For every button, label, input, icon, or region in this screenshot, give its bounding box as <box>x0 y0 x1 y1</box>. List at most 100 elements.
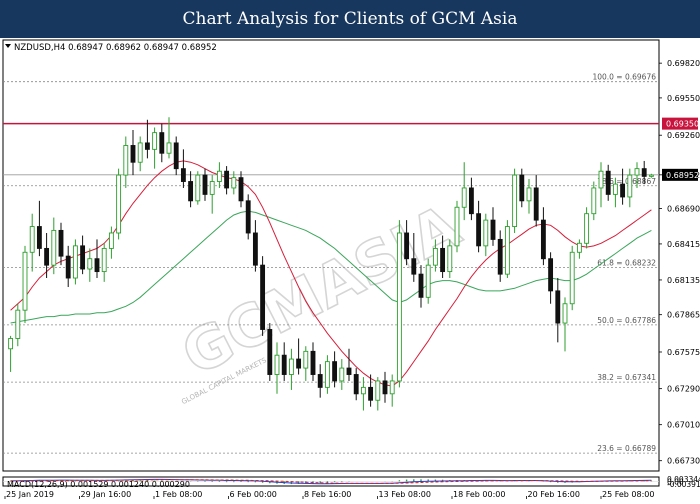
candle-body <box>80 245 86 270</box>
candle-body <box>612 183 618 195</box>
candle-body <box>368 386 374 401</box>
candle-body <box>303 350 309 369</box>
candle-body <box>627 174 633 198</box>
candle-body <box>425 264 431 298</box>
candle-body <box>123 145 129 176</box>
candle-body <box>317 374 323 388</box>
candle-body <box>620 183 626 198</box>
price-tick-label: 0.68135 <box>667 276 700 285</box>
candle-body <box>101 247 107 273</box>
macd-header: MACD(12,26,9) 0.001529 0.001240 0.000290 <box>7 480 190 489</box>
price-axis: 0.69820 0.69550 0.69260 0.68952 0.68690 0.684… <box>659 59 700 466</box>
candle-body <box>418 273 424 298</box>
candle-body <box>130 145 136 163</box>
price-tick-label: 0.67290 <box>667 385 700 394</box>
candle-body <box>591 187 597 215</box>
candle-body <box>267 329 273 375</box>
candle-body <box>202 174 208 195</box>
fib-level-label: 23.6 = 0.66789 <box>597 444 656 453</box>
time-tick-label: 13 Feb 08:00 <box>379 490 431 499</box>
candle-body <box>29 226 35 253</box>
candle-body <box>116 174 122 234</box>
price-tick-label: 0.69260 <box>667 131 700 140</box>
candle-body <box>339 367 345 382</box>
candle-body <box>404 232 410 260</box>
candle-body <box>51 229 57 266</box>
candle-body <box>87 258 93 270</box>
candle-body <box>274 354 280 375</box>
candle-body <box>65 255 71 279</box>
candle-body <box>15 309 21 339</box>
candle-body <box>476 213 482 247</box>
candle-body <box>526 187 532 202</box>
candle-body <box>159 132 165 154</box>
candle-body <box>346 367 352 375</box>
candle-body <box>72 245 78 279</box>
time-tick-label: 8 Feb 16:00 <box>304 490 351 499</box>
candle-body <box>281 354 287 375</box>
macd-indicator: MACD(12,26,9) 0.001529 0.001240 0.000290… <box>2 475 700 489</box>
candle-body <box>396 232 402 382</box>
candle-body <box>641 168 647 177</box>
price-chart[interactable]: GCMASIAGLOBAL CAPITAL MARKETS 100.0 = 0.… <box>0 38 700 500</box>
price-tick-label: 0.67010 <box>667 421 700 430</box>
time-axis: 25 Jan 2019 29 Jan 16:00 1 Feb 08:00 6 Feb … <box>4 490 654 499</box>
candle-body <box>389 380 395 395</box>
candle-body <box>648 174 654 177</box>
candle-body <box>22 251 28 311</box>
candle-body <box>8 338 14 350</box>
candle-body <box>504 226 510 275</box>
price-tick-label: 0.66730 <box>667 457 700 466</box>
candle-body <box>144 142 150 150</box>
candle-body <box>260 264 266 330</box>
fib-level-label: 38.2 = 0.67341 <box>597 373 656 382</box>
last-price-label: 0.68952 <box>666 171 699 180</box>
candle-body <box>332 361 338 382</box>
chart-banner-title: Chart Analysis for Clients of GCM Asia <box>0 0 700 38</box>
price-tick-label: 0.68690 <box>667 205 700 214</box>
candle-body <box>375 380 381 401</box>
candle-body <box>512 174 518 228</box>
time-tick-label: 20 Feb 16:00 <box>528 490 580 499</box>
macd-tick-label: -0.003914 <box>667 480 700 489</box>
candle-body <box>360 386 366 395</box>
candle-body <box>296 358 302 369</box>
candle-body <box>382 380 388 395</box>
candle-body <box>548 258 554 292</box>
chart-container: GCMASIA GLOBAL CAPITAL MARKETS 100.0 = 0.… <box>0 38 700 500</box>
candle-body <box>94 258 100 273</box>
price-tick-label: 0.69820 <box>667 59 700 68</box>
candle-body <box>245 200 251 234</box>
candle-body <box>137 142 143 163</box>
candle-body <box>411 258 417 275</box>
candle-body <box>490 219 496 240</box>
candle-body <box>188 181 194 202</box>
candle-body <box>180 168 186 182</box>
candle-body <box>447 245 453 273</box>
candle-body <box>44 247 50 266</box>
candle-body <box>108 232 114 249</box>
price-tick-label: 0.67575 <box>667 348 700 357</box>
candle-body <box>598 170 604 189</box>
time-tick-label: 25 Jan 2019 <box>6 490 54 499</box>
candle-body <box>231 177 237 189</box>
candle-body <box>252 232 258 266</box>
candle-body <box>173 142 179 170</box>
time-tick-label: 1 Feb 08:00 <box>155 490 202 499</box>
time-tick-label: 25 Feb 08:00 <box>602 490 654 499</box>
candle-body <box>216 170 222 182</box>
candle-body <box>288 358 294 375</box>
candle-body <box>634 168 640 176</box>
candle-body <box>468 187 474 215</box>
candle-body <box>324 361 330 388</box>
candle-body <box>576 242 582 253</box>
candle-body <box>152 132 158 150</box>
candle-body <box>461 187 467 208</box>
candle-body <box>353 374 359 395</box>
price-tick-label: 0.69550 <box>667 94 700 103</box>
candle-body <box>36 226 42 249</box>
candle-body <box>555 290 561 324</box>
candle-body <box>497 238 503 275</box>
candle-body <box>533 187 539 221</box>
resistance-price-label: 0.69350 <box>666 120 699 129</box>
